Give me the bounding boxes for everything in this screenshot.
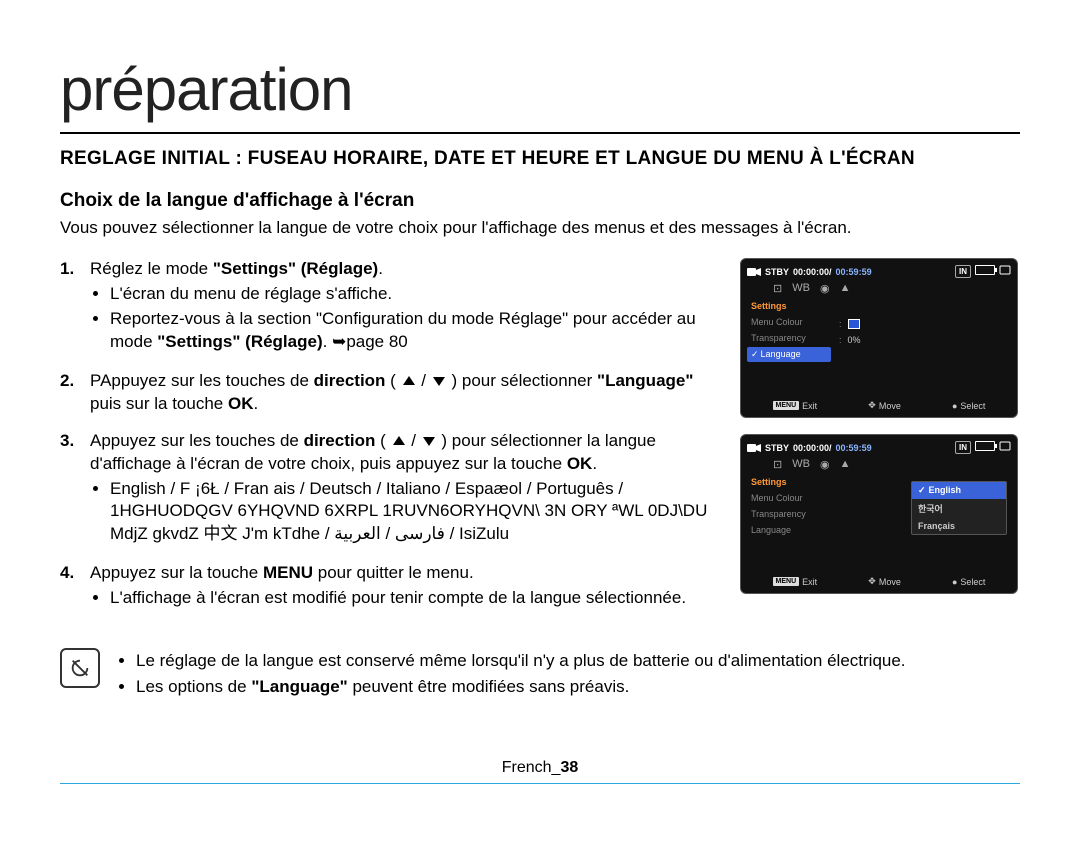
colour-swatch [848,319,860,329]
lang-opt-korean: 한국어 [912,499,1006,518]
step-1: 1. Réglez le mode "Settings" (Réglage). … [60,258,726,356]
section-heading: REGLAGE INITIAL : FUSEAU HORAIRE, DATE E… [60,148,1020,170]
focus-icon: ⊡ [773,458,782,471]
select-label: Select [960,401,985,411]
camcorder-icon [747,266,761,278]
page-footer: French_38 [60,759,1020,784]
step-3-bullet-langs: English / F ¡6Ł / Fran ais / Deutsch / I… [110,478,726,547]
cam-sidebar-title: Settings [747,299,831,313]
wb-icon: WB [792,282,810,295]
stabilizer-icon: ▲ [840,282,851,295]
focus-icon: ⊡ [773,282,782,295]
transparency-value: 0% [848,335,861,345]
move-label: Move [879,401,901,411]
cam-sb-language: Language [747,523,831,537]
exit-label: Exit [802,577,817,587]
step-4: 4. Appuyez sur la touche MENU pour quitt… [60,562,726,612]
cam-sb-transparency: Transparency [747,507,831,521]
camera-screenshot-2: STBY 00:00:00/00:59:59 IN ⊡ WB ◉ ▲ [740,434,1018,594]
page-title: préparation [60,55,1020,124]
exit-label: Exit [802,401,817,411]
wb-icon: WB [792,458,810,471]
menu-tag: MENU [773,577,800,586]
battery-icon [975,265,995,275]
in-badge: IN [955,265,971,278]
battery-icon [975,441,995,451]
step-2: 2. PAppuyez sur les touches de direction… [60,370,726,416]
step-1-bullet-2: Reportez-vous à la section "Configuratio… [110,308,726,354]
timecode-1: 00:00:00/ [793,443,832,453]
cam-sb-menu-colour: Menu Colour [747,315,831,329]
timecode-2: 00:59:59 [836,443,872,453]
note-2: Les options de "Language" peuvent être m… [136,674,1020,700]
nav-cross-icon: ✥ [868,400,876,411]
scene-icon: ◉ [820,458,830,471]
step-4-bullet: L'affichage à l'écran est modifié pour t… [110,587,726,610]
select-label: Select [960,577,985,587]
lang-opt-francais: Français [912,518,1006,534]
intro-text: Vous pouvez sélectionner la langue de vo… [60,218,1020,238]
nav-cross-icon: ✥ [868,576,876,587]
footer-divider [60,783,1020,784]
note-icon [60,648,100,688]
stby-label: STBY [765,267,789,277]
cam-sb-transparency: Transparency [747,331,831,345]
title-divider [60,132,1020,134]
dot-icon: ● [952,401,957,411]
down-arrow-icon [431,373,447,389]
language-dropdown: ✓English 한국어 Français [911,481,1007,535]
card-icon [999,441,1011,451]
cam-sb-language: ✓Language [747,347,831,362]
in-badge: IN [955,441,971,454]
dot-icon: ● [952,577,957,587]
note-1: Le réglage de la langue est conservé mêm… [136,648,1020,674]
step-1-bullet-1: L'écran du menu de réglage s'affiche. [110,283,726,306]
scene-icon: ◉ [820,282,830,295]
step-1-lead: Réglez le mode [90,259,213,278]
timecode-2: 00:59:59 [836,267,872,277]
cam-sidebar-title: Settings [747,475,831,489]
up-arrow-icon [401,373,417,389]
camcorder-icon [747,442,761,454]
down-arrow-icon [421,433,437,449]
timecode-1: 00:00:00/ [793,267,832,277]
up-arrow-icon [391,433,407,449]
step-3: 3. Appuyez sur les touches de direction … [60,430,726,549]
lang-opt-english: ✓English [912,482,1006,499]
stabilizer-icon: ▲ [840,458,851,471]
step-1-tail: . [378,259,383,278]
cam-sb-menu-colour: Menu Colour [747,491,831,505]
sub-heading: Choix de la langue d'affichage à l'écran [60,190,1020,212]
move-label: Move [879,577,901,587]
menu-tag: MENU [773,401,800,410]
stby-label: STBY [765,443,789,453]
card-icon [999,265,1011,275]
step-1-bold: "Settings" (Réglage) [213,259,378,278]
camera-screenshot-1: STBY 00:00:00/00:59:59 IN ⊡ WB ◉ ▲ [740,258,1018,418]
